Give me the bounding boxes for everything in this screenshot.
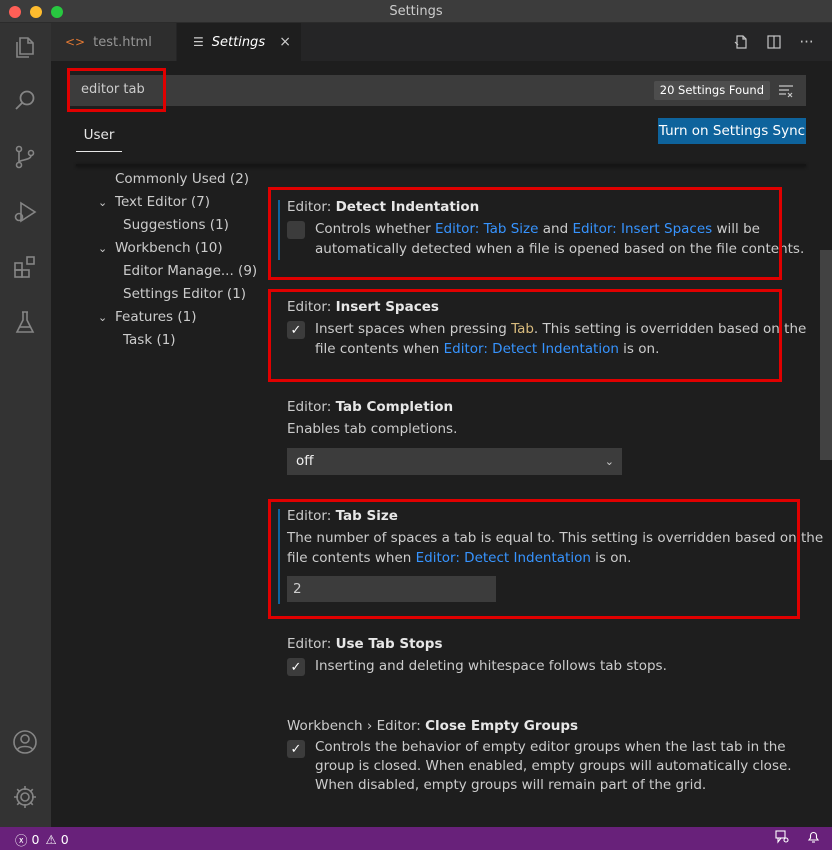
setting-description: The number of spaces a tab is equal to. … <box>287 530 824 566</box>
toc-item-commonly-used[interactable]: Commonly Used (2) <box>115 171 249 187</box>
setting-title: Editor: Detect Indentation <box>287 199 480 215</box>
notifications-bell-icon[interactable] <box>807 830 820 847</box>
toc-item-features[interactable]: Features (1) <box>115 309 196 325</box>
setting-description: Controls whether Editor: Tab Size and Ed… <box>315 221 805 257</box>
link-tab-size[interactable]: Editor: Tab Size <box>435 221 538 237</box>
setting-title: Editor: Insert Spaces <box>287 299 439 315</box>
tab-completion-select[interactable]: off ⌄ <box>287 448 622 475</box>
warning-icon: ⚠ <box>45 832 57 847</box>
extensions-icon[interactable] <box>11 253 39 281</box>
tab-user-scope[interactable]: User <box>76 125 122 152</box>
status-bar: ⓧ 0 ⚠ 0 <box>0 827 832 850</box>
activity-bar <box>0 23 51 827</box>
tab-settings[interactable]: ☰ Settings × <box>177 23 301 61</box>
setting-insert-spaces: Editor: Insert Spaces ✓ Insert spaces wh… <box>287 299 806 359</box>
toc-item-workbench[interactable]: Workbench (10) <box>115 240 223 256</box>
tab-test-html[interactable]: <> test.html <box>51 23 176 61</box>
header-divider <box>76 164 806 166</box>
link-detect-indentation[interactable]: Editor: Detect Indentation <box>444 341 619 357</box>
run-debug-icon[interactable] <box>11 198 39 226</box>
editor-actions: ··· <box>731 33 816 51</box>
editor-tabs-bar: <> test.html ☰ Settings × ··· <box>51 23 832 61</box>
chevron-down-icon[interactable]: ⌄ <box>98 196 107 209</box>
window-title: Settings <box>389 4 443 19</box>
problems-status[interactable]: ⓧ 0 ⚠ 0 <box>15 830 69 849</box>
error-icon: ⓧ <box>15 833 28 848</box>
settings-lines-icon: ☰ <box>193 35 204 49</box>
search-icon[interactable] <box>11 87 39 115</box>
modified-indicator <box>278 200 280 260</box>
toc-item-suggestions[interactable]: Suggestions (1) <box>123 217 229 233</box>
chevron-down-icon: ⌄ <box>604 455 614 468</box>
source-control-icon[interactable] <box>11 143 39 171</box>
close-empty-groups-checkbox[interactable]: ✓ <box>287 740 305 758</box>
toc-item-task[interactable]: Task (1) <box>123 332 176 348</box>
explorer-icon[interactable] <box>11 33 39 61</box>
setting-close-empty-groups: Workbench › Editor: Close Empty Groups ✓… <box>287 718 797 798</box>
toc-item-text-editor[interactable]: Text Editor (7) <box>115 194 210 210</box>
link-insert-spaces[interactable]: Editor: Insert Spaces <box>572 221 712 237</box>
check-icon: ✓ <box>290 322 302 338</box>
use-tab-stops-checkbox[interactable]: ✓ <box>287 658 305 676</box>
setting-title: Editor: Tab Size <box>287 508 398 524</box>
setting-detect-indentation: Editor: Detect Indentation Controls whet… <box>287 199 804 259</box>
clear-filter-icon[interactable] <box>778 83 794 98</box>
status-right <box>775 830 820 847</box>
tab-label: test.html <box>93 34 152 50</box>
account-icon[interactable] <box>11 728 39 756</box>
feedback-icon[interactable] <box>775 830 789 847</box>
setting-description: Inserting and deleting whitespace follow… <box>315 658 667 674</box>
insert-spaces-checkbox[interactable]: ✓ <box>287 321 305 339</box>
setting-title: Editor: Tab Completion <box>287 399 454 415</box>
setting-tab-completion: Editor: Tab Completion Enables tab compl… <box>287 399 797 479</box>
modified-indicator <box>278 509 280 604</box>
detect-indentation-checkbox[interactable] <box>287 221 305 239</box>
setting-use-tab-stops: Editor: Use Tab Stops ✓ Inserting and de… <box>287 636 797 686</box>
chevron-down-icon[interactable]: ⌄ <box>98 242 107 255</box>
setting-description: Insert spaces when pressing Tab. This se… <box>315 321 807 357</box>
setting-title: Workbench › Editor: Close Empty Groups <box>287 718 579 734</box>
link-detect-indentation[interactable]: Editor: Detect Indentation <box>416 550 591 566</box>
title-bar: Settings <box>0 0 832 23</box>
close-icon[interactable]: × <box>279 34 291 50</box>
manage-gear-icon[interactable] <box>11 783 39 811</box>
setting-description: Controls the behavior of empty editor gr… <box>315 739 792 793</box>
check-icon: ✓ <box>290 659 302 675</box>
chevron-down-icon[interactable]: ⌄ <box>98 311 107 324</box>
tab-size-input[interactable]: 2 <box>287 576 496 602</box>
split-editor-icon[interactable] <box>764 33 783 51</box>
setting-title: Editor: Use Tab Stops <box>287 636 443 652</box>
toc-item-editor-management[interactable]: Editor Manage... (9) <box>123 263 257 279</box>
settings-search-input[interactable] <box>81 82 531 97</box>
settings-sync-button[interactable]: Turn on Settings Sync <box>658 118 806 144</box>
open-json-icon[interactable] <box>731 33 750 51</box>
check-icon: ✓ <box>290 741 302 757</box>
tab-label: Settings <box>211 34 266 50</box>
settings-found-count: 20 Settings Found <box>653 81 770 100</box>
html-code-icon: <> <box>65 35 86 49</box>
scrollbar-thumb[interactable] <box>820 250 832 460</box>
testing-flask-icon[interactable] <box>11 308 39 336</box>
toc-item-settings-editor[interactable]: Settings Editor (1) <box>123 286 246 302</box>
settings-search-bar: 20 Settings Found <box>68 75 806 106</box>
setting-tab-size: Editor: Tab Size The number of spaces a … <box>287 508 823 608</box>
setting-description: Enables tab completions. <box>287 421 458 437</box>
more-actions-icon[interactable]: ··· <box>797 33 816 51</box>
